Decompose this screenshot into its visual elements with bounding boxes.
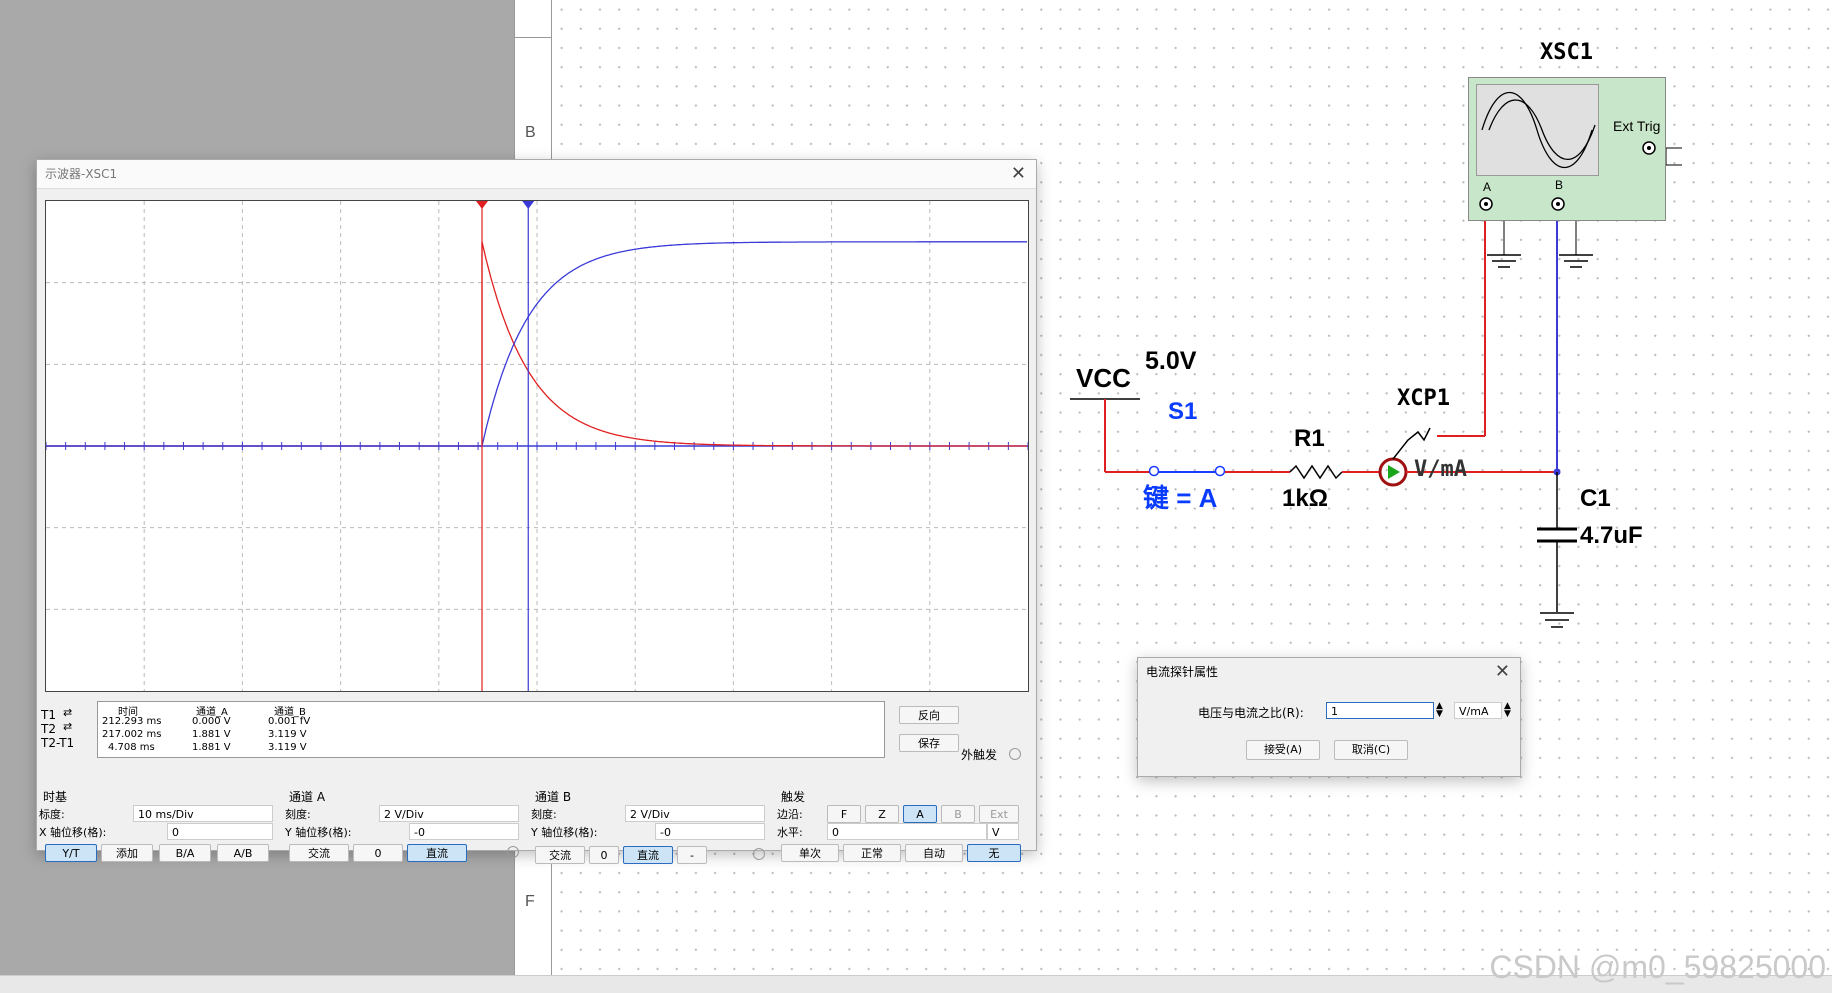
- t1-time: 212.293 ms: [102, 716, 162, 727]
- channel-a-terminal[interactable]: [507, 846, 519, 858]
- probe-properties-dialog: 电流探针属性 ✕ 电压与电流之比(R): 1 ▲ ▼ V/mA ▲ ▼ 接受(A) …: [1137, 657, 1521, 777]
- cursor-t1-handle: [476, 201, 489, 209]
- ext-trigger-terminal[interactable]: [1009, 748, 1021, 760]
- timebase-xpos-field[interactable]: 0: [167, 823, 273, 840]
- channel-b-scale-label: 刻度:: [531, 808, 557, 821]
- channel-b-ypos-label: Y 轴位移(格):: [531, 826, 598, 839]
- channel-b-group-label: 通道 B: [535, 790, 572, 804]
- close-icon[interactable]: ✕: [1011, 160, 1026, 188]
- trigger-rising-button[interactable]: F: [827, 805, 861, 823]
- channel-b-zero-button[interactable]: 0: [589, 846, 619, 864]
- ratio-unit-field[interactable]: V/mA: [1454, 702, 1502, 719]
- trigger-normal-button[interactable]: 正常: [843, 844, 901, 862]
- trace-通道_A: [46, 241, 1027, 447]
- watermark: CSDN @m0_59825000: [1489, 949, 1826, 985]
- channel-a-dc-button[interactable]: 直流: [407, 844, 467, 862]
- t2-t1-label: T2-T1: [41, 736, 75, 750]
- channel-b-terminal[interactable]: [753, 848, 765, 860]
- resistor-name: R1: [1294, 425, 1325, 452]
- timebase-scale-field[interactable]: 10 ms/Div: [133, 805, 273, 822]
- scope-plot: [45, 201, 1029, 691]
- dialog-title-bar[interactable]: 电流探针属性 ✕: [1138, 658, 1520, 686]
- reverse-button[interactable]: 反向: [899, 706, 959, 724]
- ext-trigger-label: 外触发: [961, 748, 998, 762]
- trigger-level-field[interactable]: 0: [827, 823, 987, 840]
- window-title: 示波器-XSC1: [45, 167, 118, 181]
- mode-ab-button[interactable]: A/B: [217, 844, 269, 862]
- channel-b-dc-button[interactable]: 直流: [623, 846, 673, 864]
- channel-a-ac-button[interactable]: 交流: [289, 844, 349, 862]
- channel-b-ac-button[interactable]: 交流: [535, 846, 585, 864]
- timebase-group-label: 时基: [43, 790, 68, 804]
- t2-b: 3.119 V: [268, 729, 307, 740]
- mode-add-button[interactable]: 添加: [101, 844, 153, 862]
- channel-b-scale-field[interactable]: 2 V/Div: [625, 805, 765, 822]
- window-title-bar[interactable]: 示波器-XSC1 ✕: [37, 160, 1036, 189]
- ratio-input[interactable]: 1: [1326, 702, 1434, 719]
- t1-arrows[interactable]: ⇄: [63, 706, 72, 719]
- mode-yt-button[interactable]: Y/T: [45, 844, 97, 862]
- t2-time: 217.002 ms: [102, 729, 162, 740]
- probe-unit: V/mA: [1414, 457, 1467, 482]
- trigger-auto-button[interactable]: 自动: [905, 844, 963, 862]
- trigger-source-b-button[interactable]: B: [941, 805, 975, 823]
- timebase-xpos-label: X 轴位移(格):: [39, 826, 107, 839]
- channel-b-ypos-field[interactable]: -0: [655, 823, 765, 840]
- channel-a-group-label: 通道 A: [289, 790, 326, 804]
- channel-a-scale-label: 刻度:: [285, 808, 311, 821]
- timebase-scale-label: 标度:: [39, 808, 65, 821]
- trigger-falling-button[interactable]: Z: [865, 805, 899, 823]
- channel-a-ypos-label: Y 轴位移(格):: [285, 826, 352, 839]
- trigger-none-button[interactable]: 无: [967, 844, 1021, 862]
- resistor-value: 1kΩ: [1282, 485, 1328, 512]
- t1-a: 0.000 V: [192, 716, 231, 727]
- trigger-level-unit[interactable]: V: [987, 823, 1019, 840]
- t2-arrows[interactable]: ⇄: [63, 720, 72, 733]
- cursor-readout: 时间 通道_A 通道_B 212.293 ms 0.000 V 0.001 fV…: [97, 701, 885, 758]
- trigger-group-label: 触发: [781, 790, 806, 804]
- capacitor-name: C1: [1580, 485, 1611, 512]
- channel-b-minus-button[interactable]: -: [677, 846, 707, 864]
- t1-label: T1: [41, 708, 56, 722]
- t1-b: 0.001 fV: [268, 716, 311, 727]
- vcc-value: 5.0V: [1145, 347, 1197, 375]
- ratio-label: 电压与电流之比(R):: [1198, 706, 1304, 720]
- trigger-source-ext-button[interactable]: Ext: [979, 805, 1019, 823]
- oscilloscope-instrument[interactable]: Ext Trig A B: [1468, 77, 1666, 221]
- mode-ba-button[interactable]: B/A: [159, 844, 211, 862]
- dialog-title: 电流探针属性: [1146, 665, 1219, 679]
- scope-display: [45, 200, 1029, 692]
- oscilloscope-window: 示波器-XSC1 ✕ T1 ⇄ T2 ⇄ T2-T1 时间 通道_A 通道_B …: [36, 159, 1037, 864]
- channel-a-ypos-field[interactable]: -0: [409, 823, 519, 840]
- channel-a-zero-button[interactable]: 0: [353, 844, 403, 862]
- cancel-button[interactable]: 取消(C): [1334, 740, 1408, 760]
- trigger-level-label: 水平:: [777, 826, 803, 839]
- trigger-edge-label: 边沿:: [777, 808, 803, 821]
- dt-b: 3.119 V: [268, 742, 307, 753]
- trigger-single-button[interactable]: 单次: [781, 844, 839, 862]
- ratio-spinner-icon[interactable]: ▲ ▼: [1436, 702, 1443, 719]
- close-icon[interactable]: ✕: [1495, 658, 1510, 686]
- switch-key: 键 = A: [1143, 483, 1218, 513]
- accept-button[interactable]: 接受(A): [1246, 740, 1320, 760]
- channel-a-scale-field[interactable]: 2 V/Div: [379, 805, 519, 822]
- trace-通道_B: [46, 241, 1027, 447]
- t2-label: T2: [41, 722, 56, 736]
- switch-name: S1: [1168, 398, 1198, 425]
- dt-a: 1.881 V: [192, 742, 231, 753]
- switch-terminal-right: [1214, 465, 1226, 477]
- resistor-r1-symbol: [1289, 464, 1343, 480]
- readout-panel: T1 ⇄ T2 ⇄ T2-T1 时间 通道_A 通道_B 212.293 ms …: [37, 696, 1036, 786]
- switch-terminal-left: [1148, 465, 1160, 477]
- cursor-t2-handle: [522, 201, 535, 209]
- vcc-label: VCC: [1076, 363, 1131, 393]
- trigger-source-a-button[interactable]: A: [903, 805, 937, 823]
- dt-time: 4.708 ms: [108, 742, 155, 753]
- probe-name: XCP1: [1397, 386, 1450, 411]
- scope-name: XSC1: [1540, 40, 1593, 65]
- capacitor-value: 4.7uF: [1580, 522, 1643, 549]
- t2-a: 1.881 V: [192, 729, 231, 740]
- save-button[interactable]: 保存: [899, 734, 959, 752]
- unit-spinner-icon[interactable]: ▲ ▼: [1504, 702, 1511, 719]
